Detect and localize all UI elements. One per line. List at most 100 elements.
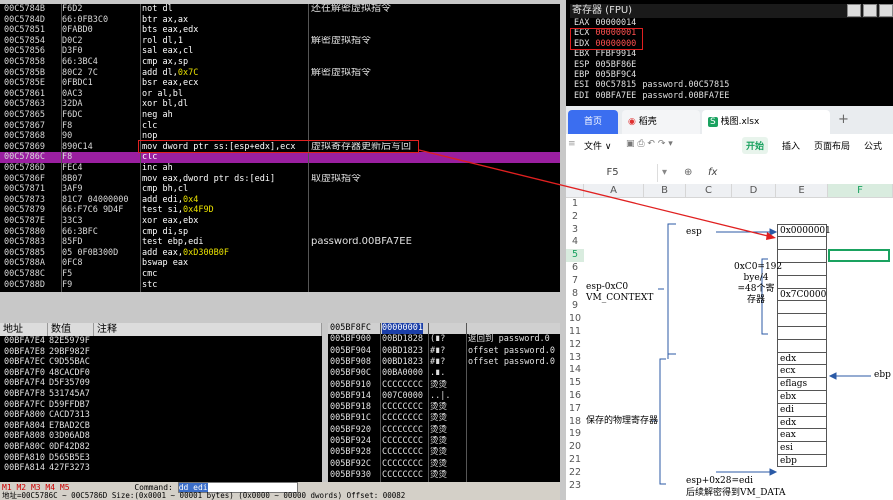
dump-row[interactable]: 00BFA7F4 D5F35709 xyxy=(0,378,322,389)
stack-row[interactable]: 005BF930 CCCCCCCC 烫烫 xyxy=(328,470,560,481)
dump-row[interactable]: 00BFA800 CACD7313 xyxy=(0,410,322,421)
quick-access-icons[interactable]: ▣ ⎙ ↶ ↷ ▾ xyxy=(626,139,673,149)
disasm-row[interactable]: 00C57880 66:3BFC cmp di,sp xyxy=(0,227,560,238)
disasm-row[interactable]: 00C5785E 0FBDC1 bsr eax,ecx xyxy=(0,78,560,89)
dump-row[interactable]: 00BFA808 03D06AD8 xyxy=(0,431,322,442)
disasm-row[interactable]: 00C57873 81C7 04000000 add edi,0x4 xyxy=(0,195,560,206)
dump-row[interactable]: 00BFA7F8 531745A7 xyxy=(0,389,322,400)
register-row[interactable]: EDI 00BFA7EE password.00BFA7EE xyxy=(570,91,893,101)
disasm-row[interactable]: 00C57879 66:F7C6 9D4F test si,0x4F9D xyxy=(0,205,560,216)
dump-row[interactable]: 00BFA7FC D59FFDB7 xyxy=(0,400,322,411)
stack-pane[interactable]: 005BF8FC 00000001 005BF900 00BD1828 (∎? 返回到 p… xyxy=(328,323,560,483)
disasm-row[interactable]: 00C57856 D3F0 sal eax,cl xyxy=(0,46,560,57)
dump-row[interactable]: 00BFA810 D565B5E3 xyxy=(0,453,322,464)
register-row[interactable]: ESI 00C57815 password.00C57815 xyxy=(570,80,893,90)
stack-row[interactable]: 005BF918 CCCCCCCC 烫烫 xyxy=(328,402,560,413)
disasm-row[interactable]: 00C5784D 66:0FB3C0 btr ax,ax xyxy=(0,15,560,26)
sheet-grid[interactable]: A B C D E F 1 2 3 4 5 6 7 8 9 10 11 12 13 14 15 16 17 18 1… xyxy=(566,184,893,500)
tab-file[interactable]: S 栈图.xlsx xyxy=(702,110,830,134)
fx-icon[interactable]: fx xyxy=(708,164,717,182)
menu-formula[interactable]: 公式 xyxy=(864,139,882,152)
disasm-row[interactable]: 00C57865 F6DC neg ah xyxy=(0,110,560,121)
menu-file[interactable]: 文件 ∨ xyxy=(584,139,611,152)
stack-row[interactable]: 005BF920 CCCCCCCC 烫烫 xyxy=(328,425,560,436)
disasm-row[interactable]: 00C5785B 80C2 7C add dl,0x7C 解密虚拟指令 xyxy=(0,68,560,79)
dump-row[interactable]: 00BFA814 427F3273 xyxy=(0,463,322,474)
disasm-row[interactable]: 00C5788A 0FC8 bswap eax xyxy=(0,258,560,269)
stack-row[interactable]: 005BF91C CCCCCCCC 烫烫 xyxy=(328,413,560,424)
dump-row[interactable]: 00BFA80C 0DF42D82 xyxy=(0,442,322,453)
dump-address: 00BFA7E4 xyxy=(4,336,45,346)
maximize-icon[interactable] xyxy=(863,4,877,17)
minimize-icon[interactable] xyxy=(847,4,861,17)
disasm-row[interactable]: 00C57883 85FD test ebp,edi password.00BFA7E… xyxy=(0,237,560,248)
stack-row[interactable]: 005BF928 CCCCCCCC 烫烫 xyxy=(328,447,560,458)
stack-row[interactable]: 005BF924 CCCCCCCC 烫烫 xyxy=(328,436,560,447)
stack-row[interactable]: 005BF908 00BD1823 #∎? offset password.0 xyxy=(328,357,560,368)
disasm-row[interactable]: 00C57871 3AF9 cmp bh,cl xyxy=(0,184,560,195)
dump-col-value[interactable]: 数值 xyxy=(48,323,94,336)
stack-row[interactable]: 005BF910 CCCCCCCC 烫烫 xyxy=(328,380,560,391)
column-separator xyxy=(61,4,62,292)
menu-icon[interactable]: ≡ xyxy=(568,139,576,149)
register-value[interactable]: 005BF86E xyxy=(595,60,636,70)
disasm-row[interactable]: 00C57867 F8 clc xyxy=(0,121,560,132)
memory-dump-pane[interactable]: 地址 数值 注释 00BFA7E4 82E5979F 00BFA7E8 29BF982… xyxy=(0,323,322,495)
disasm-row[interactable]: 00C57861 0AC3 or al,bl xyxy=(0,89,560,100)
disasm-row[interactable]: 00C5786F 8B07 mov eax,dword ptr ds:[edi] 取虚… xyxy=(0,174,560,185)
stack-row[interactable]: 005BF92C CCCCCCCC 烫烫 xyxy=(328,459,560,470)
stack-row[interactable]: 005BF904 00BD1823 #∎? offset password.0 xyxy=(328,346,560,357)
dump-address: 00BFA7FC xyxy=(4,399,45,410)
stack-row[interactable]: 005BF8FC 00000001 xyxy=(328,323,560,334)
disasm-bytes: 8B07 xyxy=(62,173,83,184)
register-row[interactable]: ESP 005BF86E xyxy=(570,60,893,70)
close-icon[interactable] xyxy=(879,4,893,17)
zoom-icon[interactable]: ⊕ xyxy=(684,164,692,182)
disasm-row[interactable]: 00C57885 05 0F0B300D add eax,0xD300B0F xyxy=(0,248,560,259)
menu-start[interactable]: 开始 xyxy=(742,137,769,154)
disasm-instruction: bswap eax xyxy=(142,258,307,269)
spreadsheet-window[interactable]: 首页 ◉ 稻壳 S 栈图.xlsx + ≡ 文件 ∨ ▣ ⎙ ↶ ↷ ▾ 开始 … xyxy=(566,106,893,500)
namebox-dropdown-icon[interactable]: ▾ xyxy=(662,164,667,182)
disasm-row[interactable]: 00C5788C F5 cmc xyxy=(0,269,560,280)
stack-row[interactable]: 005BF914 007C0000 ..|. xyxy=(328,391,560,402)
dump-row[interactable]: 00BFA7F0 48CACDF0 xyxy=(0,368,322,379)
disasm-row[interactable]: 00C57863 32DA xor bl,dl xyxy=(0,99,560,110)
register-row[interactable]: EBX FFBF9914 xyxy=(570,49,893,59)
disasm-row[interactable]: 00C5786D FEC4 inc ah xyxy=(0,163,560,174)
disasm-row[interactable]: 00C57858 66:3BC4 cmp ax,sp xyxy=(0,57,560,68)
registers-pane[interactable]: 寄存器 (FPU) EAX 00000014 ECX 00000001 EDX 00000… xyxy=(570,4,893,106)
stack-value: CCCCCCCC xyxy=(382,458,423,469)
register-row[interactable]: EBP 005BF9C4 xyxy=(570,70,893,80)
menu-layout[interactable]: 页面布局 xyxy=(814,139,850,152)
disasm-row[interactable]: 00C57854 D0C2 rol dl,1 解密虚拟指令 xyxy=(0,36,560,47)
disasm-row[interactable]: 00C5784B F6D2 not dl 还在解密虚拟指令 xyxy=(0,4,560,15)
tab-wps[interactable]: ◉ 稻壳 xyxy=(622,110,700,134)
new-tab-icon[interactable]: + xyxy=(838,112,849,127)
register-value[interactable]: 00C57815 xyxy=(595,80,636,90)
dump-col-address[interactable]: 地址 xyxy=(0,323,48,336)
disasm-row[interactable]: 00C5787E 33C3 xor eax,ebx xyxy=(0,216,560,227)
formula-input[interactable] xyxy=(726,166,891,180)
disasm-row[interactable]: 00C57851 0FABD0 bts eax,edx xyxy=(0,25,560,36)
dump-row[interactable]: 00BFA7E8 29BF982F xyxy=(0,347,322,358)
register-value[interactable]: 005BF9C4 xyxy=(595,70,636,80)
mnemonic: add xyxy=(142,247,158,258)
edi-arrow-head xyxy=(769,468,778,476)
stack-row[interactable]: 005BF90C 00BA0000 .∎. xyxy=(328,368,560,379)
dump-row[interactable]: 00BFA7EC C9D55BAC xyxy=(0,357,322,368)
register-row[interactable]: EAX 00000014 xyxy=(570,18,893,28)
disasm-instruction: btr ax,ax xyxy=(142,15,307,26)
disasm-row[interactable]: 00C5786C F8 clc xyxy=(0,152,560,163)
menu-insert[interactable]: 插入 xyxy=(782,139,800,152)
disasm-row[interactable]: 00C5788D F9 stc xyxy=(0,280,560,291)
stack-row[interactable]: 005BF900 00BD1828 (∎? 返回到 password.0 xyxy=(328,334,560,345)
name-box[interactable]: F5 xyxy=(568,164,658,182)
tab-home[interactable]: 首页 xyxy=(568,110,618,134)
register-value[interactable]: FFBF9914 xyxy=(595,49,636,59)
dump-row[interactable]: 00BFA804 E7BAD2CB xyxy=(0,421,322,432)
register-value[interactable]: 00BFA7EE xyxy=(595,91,636,101)
dump-col-comment[interactable]: 注释 xyxy=(94,323,322,336)
register-value[interactable]: 00000014 xyxy=(595,18,636,28)
dump-row[interactable]: 00BFA7E4 82E5979F xyxy=(0,336,322,347)
